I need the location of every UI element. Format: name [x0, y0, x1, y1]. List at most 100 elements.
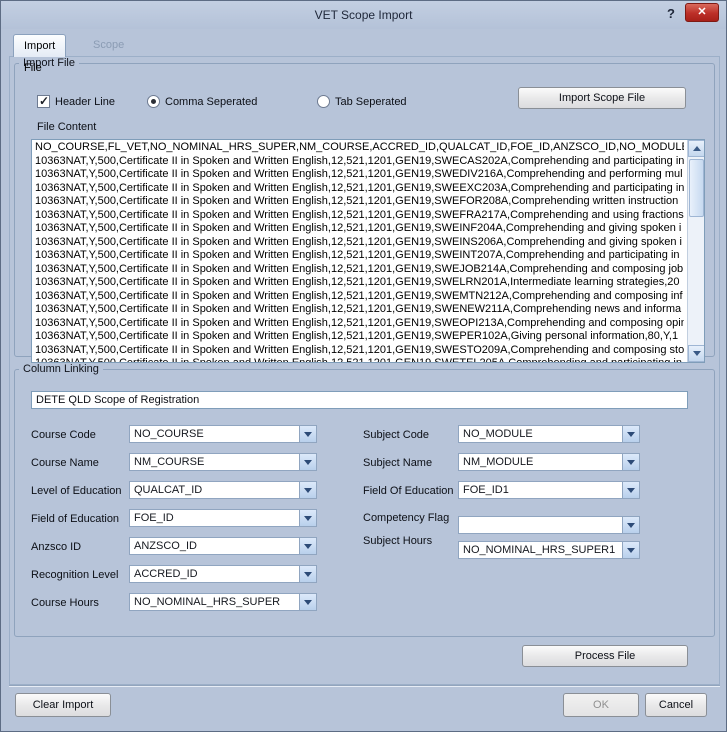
file-line: 10363NAT,Y,500,Certificate II in Spoken … — [35, 182, 684, 196]
tab-import-file[interactable]: Import File — [13, 34, 66, 57]
field-of-education-select[interactable]: FOE_ID — [129, 509, 317, 527]
competency-flag-select[interactable] — [458, 516, 640, 534]
recognition-level-select[interactable]: ACCRED_ID — [129, 565, 317, 583]
recognition-level-label: Recognition Level — [31, 569, 118, 581]
competency-flag-label: Competency Flag — [363, 512, 449, 524]
chevron-down-icon — [622, 454, 639, 470]
chevron-down-icon — [299, 426, 316, 442]
tab-separated-label: Tab Seperated — [335, 96, 407, 108]
close-button[interactable]: ✕ — [685, 3, 719, 22]
file-line: 10363NAT,Y,500,Certificate II in Spoken … — [35, 317, 684, 331]
field-of-education-right-select[interactable]: FOE_ID1 — [458, 481, 640, 499]
file-line: 10363NAT,Y,500,Certificate II in Spoken … — [35, 236, 684, 250]
subject-code-select[interactable]: NO_MODULE — [458, 425, 640, 443]
header-line-label: Header Line — [55, 96, 115, 108]
file-line: 10363NAT,Y,500,Certificate II in Spoken … — [35, 290, 684, 304]
course-hours-select[interactable]: NO_NOMINAL_HRS_SUPER — [129, 593, 317, 611]
field-of-education-value: FOE_ID — [130, 512, 299, 524]
column-linking-group-label: Column Linking — [19, 363, 103, 375]
tab-separated-radio[interactable]: Tab Seperated — [317, 95, 407, 108]
subject-hours-select[interactable]: NO_NOMINAL_HRS_SUPER1 — [458, 541, 640, 559]
course-code-select[interactable]: NO_COURSE — [129, 425, 317, 443]
header-line-checkbox[interactable]: Header Line — [37, 95, 115, 108]
help-button[interactable]: ? — [662, 5, 680, 23]
cancel-button[interactable]: Cancel — [645, 693, 707, 717]
subject-name-value: NM_MODULE — [459, 456, 622, 468]
subject-code-value: NO_MODULE — [459, 428, 622, 440]
vertical-scrollbar[interactable] — [687, 140, 704, 362]
file-content-lines: NO_COURSE,FL_VET,NO_NOMINAL_HRS_SUPER,NM… — [35, 141, 684, 362]
scroll-up-button[interactable] — [688, 140, 705, 157]
title-bar: VET Scope Import ? ✕ — [1, 1, 726, 29]
file-line: 10363NAT,Y,500,Certificate II in Spoken … — [35, 168, 684, 182]
window-title: VET Scope Import — [1, 8, 726, 22]
field-of-education-right-label: Field Of Education — [363, 485, 454, 497]
subject-hours-label: Subject Hours — [363, 535, 432, 547]
file-line: 10363NAT,Y,500,Certificate II in Spoken … — [35, 344, 684, 358]
chevron-down-icon — [622, 482, 639, 498]
comma-separated-radio[interactable]: Comma Seperated — [147, 95, 257, 108]
subject-name-select[interactable]: NM_MODULE — [458, 453, 640, 471]
close-icon: ✕ — [697, 6, 706, 18]
chevron-down-icon — [299, 538, 316, 554]
import-file-group: Import File Header Line Comma Seperated … — [14, 57, 715, 357]
file-line: 10363NAT,Y,500,Certificate II in Spoken … — [35, 263, 684, 277]
subject-code-label: Subject Code — [363, 429, 429, 441]
comma-separated-label: Comma Seperated — [165, 96, 257, 108]
level-of-education-value: QUALCAT_ID — [130, 484, 299, 496]
course-name-select[interactable]: NM_COURSE — [129, 453, 317, 471]
file-line: 10363NAT,Y,500,Certificate II in Spoken … — [35, 222, 684, 236]
course-name-value: NM_COURSE — [130, 456, 299, 468]
file-line: 10363NAT,Y,500,Certificate II in Spoken … — [35, 195, 684, 209]
file-line: 10363NAT,Y,500,Certificate II in Spoken … — [35, 209, 684, 223]
ok-button[interactable]: OK — [563, 693, 639, 717]
subject-hours-value: NO_NOMINAL_HRS_SUPER1 — [459, 544, 622, 556]
chevron-down-icon — [622, 426, 639, 442]
file-line: 10363NAT,Y,500,Certificate II in Spoken … — [35, 303, 684, 317]
chevron-down-icon — [299, 510, 316, 526]
import-file-tab-page: Import File Header Line Comma Seperated … — [9, 56, 720, 685]
anzsco-id-value: ANZSCO_ID — [130, 540, 299, 552]
file-content-label: File Content — [37, 121, 96, 133]
course-code-value: NO_COURSE — [130, 428, 299, 440]
anzsco-id-label: Anzsco ID — [31, 541, 81, 553]
recognition-level-value: ACCRED_ID — [130, 568, 299, 580]
footer-separator — [9, 685, 720, 687]
level-of-education-label: Level of Education — [31, 485, 122, 497]
course-code-label: Course Code — [31, 429, 96, 441]
file-line: 10363NAT,Y,500,Certificate II in Spoken … — [35, 330, 684, 344]
file-line: 10363NAT,Y,500,Certificate II in Spoken … — [35, 357, 684, 362]
anzsco-id-select[interactable]: ANZSCO_ID — [129, 537, 317, 555]
field-of-education-label: Field of Education — [31, 513, 119, 525]
chevron-down-icon — [299, 566, 316, 582]
file-line: NO_COURSE,FL_VET,NO_NOMINAL_HRS_SUPER,NM… — [35, 141, 684, 155]
scroll-down-button[interactable] — [688, 345, 705, 362]
level-of-education-select[interactable]: QUALCAT_ID — [129, 481, 317, 499]
field-of-education-right-value: FOE_ID1 — [459, 484, 622, 496]
radio-unselected-icon — [317, 95, 330, 108]
checkbox-checked-icon — [37, 95, 50, 108]
radio-selected-icon — [147, 95, 160, 108]
clear-import-button[interactable]: Clear Import — [15, 693, 111, 717]
file-content-box[interactable]: NO_COURSE,FL_VET,NO_NOMINAL_HRS_SUPER,NM… — [31, 139, 705, 363]
course-name-label: Course Name — [31, 457, 99, 469]
scope-name-input[interactable] — [31, 391, 688, 409]
import-scope-file-button[interactable]: Import Scope File — [518, 87, 686, 109]
file-line: 10363NAT,Y,500,Certificate II in Spoken … — [35, 276, 684, 290]
arrow-up-icon — [693, 146, 701, 151]
course-hours-value: NO_NOMINAL_HRS_SUPER — [130, 596, 299, 608]
scrollbar-thumb[interactable] — [689, 159, 704, 217]
vet-scope-import-dialog: VET Scope Import ? ✕ Import File Scope C… — [0, 0, 727, 732]
course-hours-label: Course Hours — [31, 597, 99, 609]
chevron-down-icon — [299, 594, 316, 610]
tab-scope-changes[interactable]: Scope Changes — [83, 34, 147, 57]
chevron-down-icon — [622, 517, 639, 533]
chevron-down-icon — [299, 482, 316, 498]
chevron-down-icon — [299, 454, 316, 470]
column-linking-group: Column Linking Course Code NO_COURSE Cou… — [14, 363, 715, 637]
arrow-down-icon — [693, 351, 701, 356]
file-line: 10363NAT,Y,500,Certificate II in Spoken … — [35, 155, 684, 169]
process-file-button[interactable]: Process File — [522, 645, 688, 667]
subject-name-label: Subject Name — [363, 457, 432, 469]
chevron-down-icon — [622, 542, 639, 558]
